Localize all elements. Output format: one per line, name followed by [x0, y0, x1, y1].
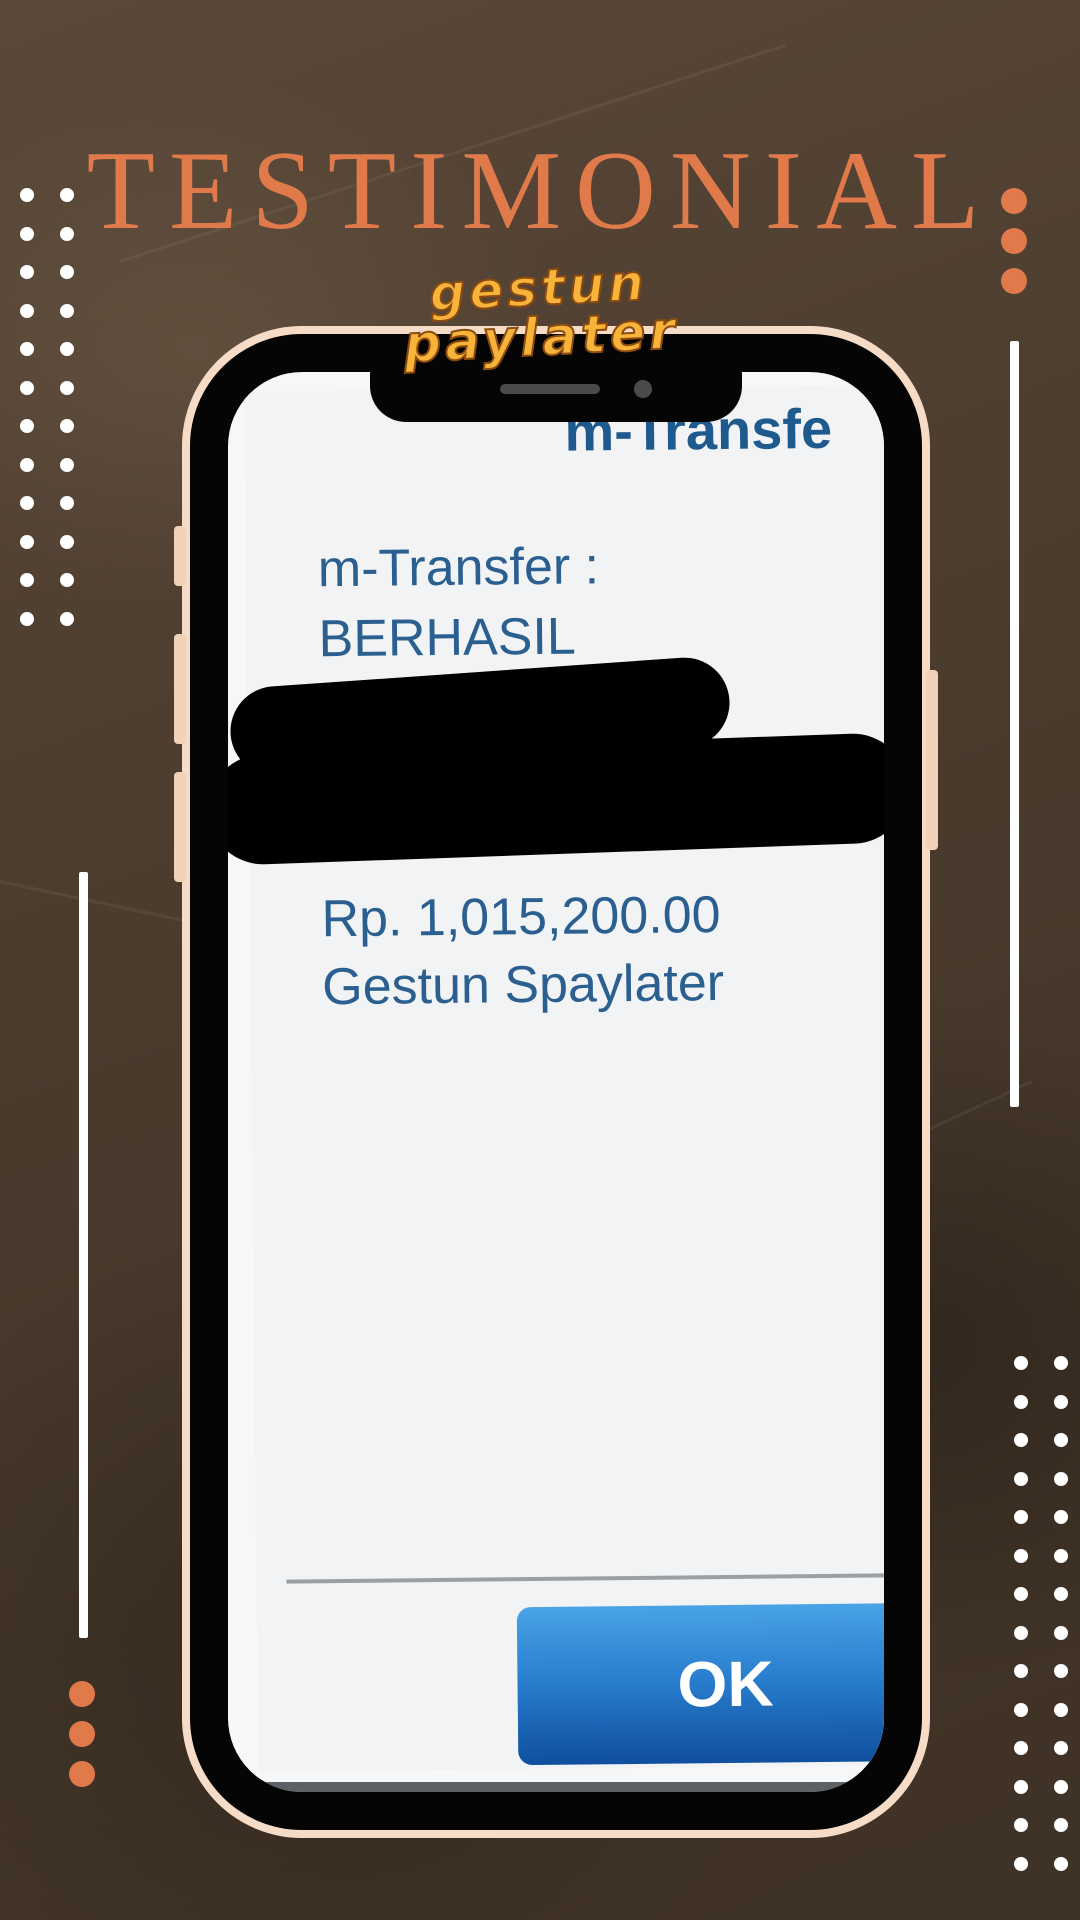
orange-dots-top-right [1001, 188, 1027, 294]
phone-side-button [174, 526, 186, 586]
orange-dots-bottom-left [69, 1681, 95, 1787]
page-title: TESTIMONIAL [86, 129, 994, 254]
white-line-right [1010, 341, 1019, 1107]
redaction-mark [228, 731, 884, 867]
ok-button[interactable]: OK [516, 1602, 884, 1766]
transfer-status-label: m-Transfer : [317, 537, 600, 599]
phone-screen: m-Transfe m-Transfer : BERHASIL Rp. 1,01… [228, 372, 884, 1792]
phone-side-button [174, 634, 186, 744]
white-line-left [79, 872, 88, 1638]
front-camera [634, 380, 652, 398]
dialog-divider [286, 1572, 884, 1584]
phone-side-button [926, 670, 938, 850]
white-dot-grid-left [20, 188, 74, 626]
screen-bottom-bar [228, 1782, 884, 1792]
gestun-paylater-logo: gestun paylater [378, 252, 703, 376]
transfer-receipt: m-Transfe m-Transfer : BERHASIL Rp. 1,01… [244, 385, 884, 1772]
transfer-description: Gestun Spaylater [321, 954, 725, 1017]
speaker-grille [500, 384, 600, 394]
white-dot-grid-right [1014, 1356, 1068, 1871]
logo-line-2: paylater [401, 300, 681, 376]
transfer-amount: Rp. 1,015,200.00 [321, 886, 721, 949]
transfer-status-value: BERHASIL [318, 607, 577, 669]
phone-side-button [174, 772, 186, 882]
